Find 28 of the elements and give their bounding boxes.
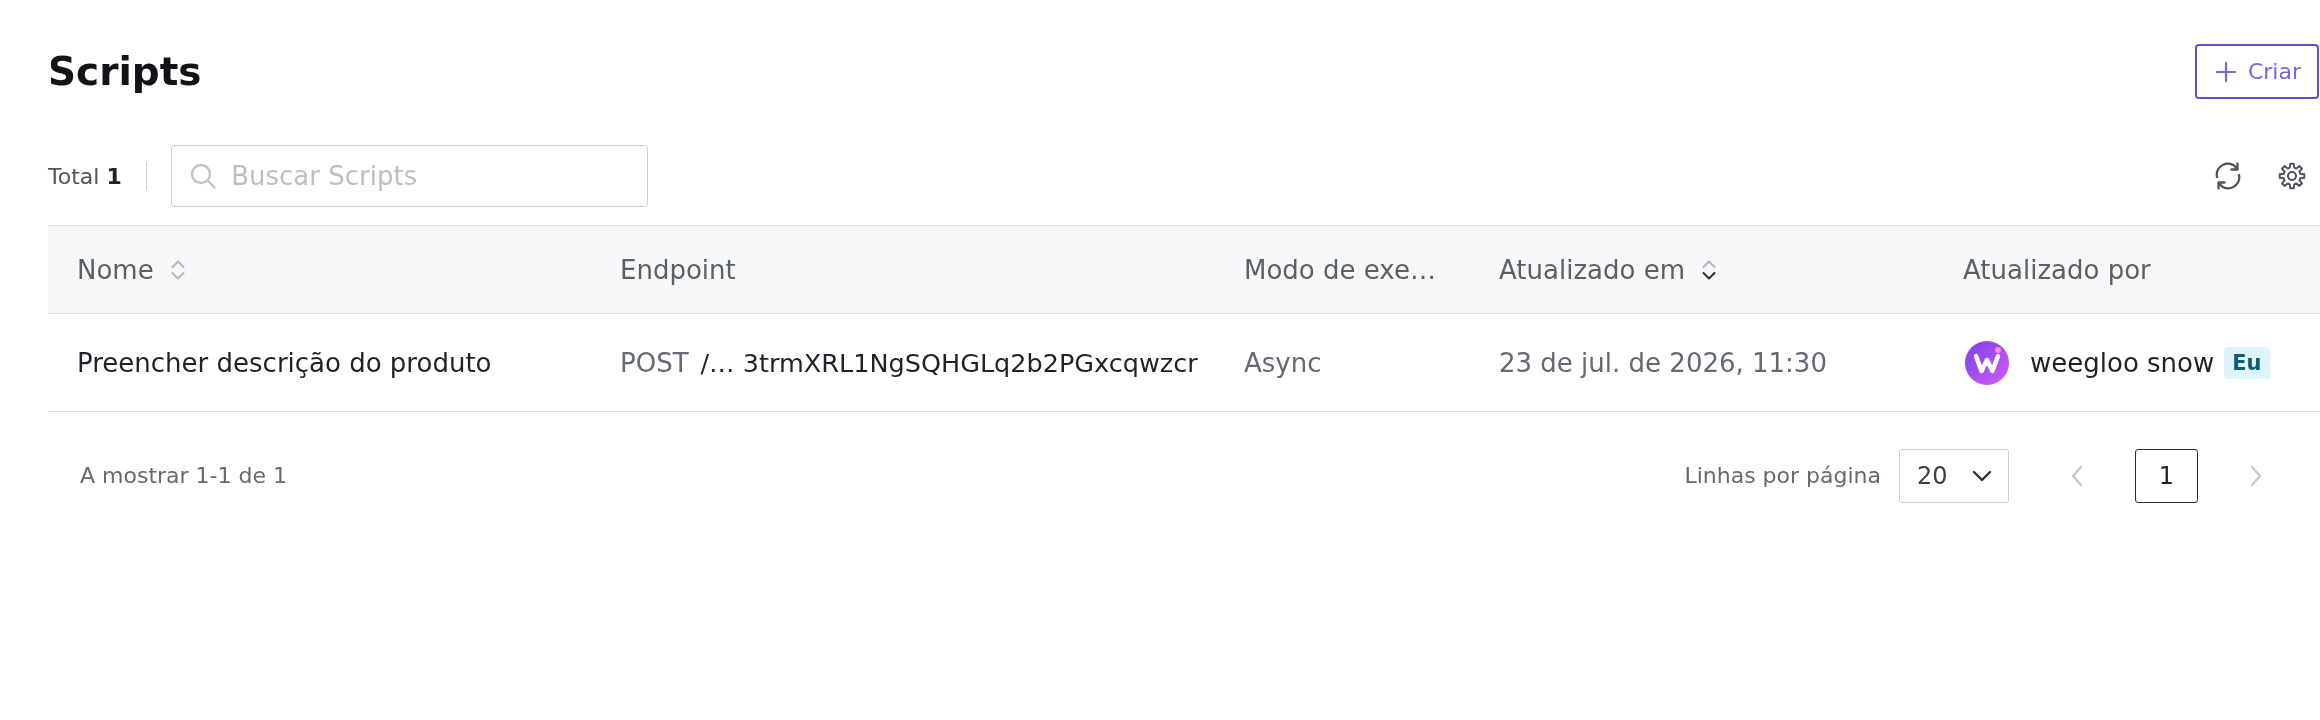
search-icon <box>190 163 217 189</box>
page-title: Scripts <box>48 49 202 94</box>
plus-icon <box>2215 61 2236 82</box>
user-name: weegloo snow <box>2030 347 2215 378</box>
avatar-icon <box>1965 340 2009 385</box>
updated-date: 23 de jul. de 2026, 11:30 <box>1499 347 1827 378</box>
settings-icon[interactable] <box>2278 162 2306 190</box>
rows-per-page-label: Linhas por página <box>1684 463 1881 488</box>
column-header: Atualizado em <box>1499 254 1685 285</box>
execution-mode: Async <box>1244 347 1322 378</box>
table-row[interactable]: Preencher descrição do produto POST /… 3trmXRL1NgSQHGLq2b2PGxcqwzcr Async 23 de jul. de 2026, 11:30 weegloo snow Eu <box>48 314 2320 412</box>
column-header: Endpoint <box>620 254 736 285</box>
self-badge: Eu <box>2224 346 2270 379</box>
sort-icon[interactable] <box>1701 258 1716 281</box>
page-button[interactable]: 1 <box>2135 448 2198 503</box>
column-header: Atualizado por <box>1963 254 2151 285</box>
column-header: Nome <box>77 254 154 285</box>
create-button[interactable]: Criar <box>2194 44 2319 99</box>
column-header: Modo de exe… <box>1244 254 1436 285</box>
refresh-icon[interactable] <box>2214 162 2242 190</box>
chevron-down-icon <box>1972 469 1992 482</box>
http-method: POST <box>620 347 689 378</box>
rows-per-page-select[interactable]: 20 <box>1899 448 2009 503</box>
total-count: Total 1 <box>48 163 122 189</box>
endpoint-path: /… 3trmXRL1NgSQHGLq2b2PGxcqwzcr <box>700 347 1198 378</box>
script-name: Preencher descrição do produto <box>77 347 492 378</box>
pagination-summary: A mostrar 1-1 de 1 <box>80 463 287 488</box>
search-field[interactable]: Buscar Scripts <box>171 145 649 207</box>
